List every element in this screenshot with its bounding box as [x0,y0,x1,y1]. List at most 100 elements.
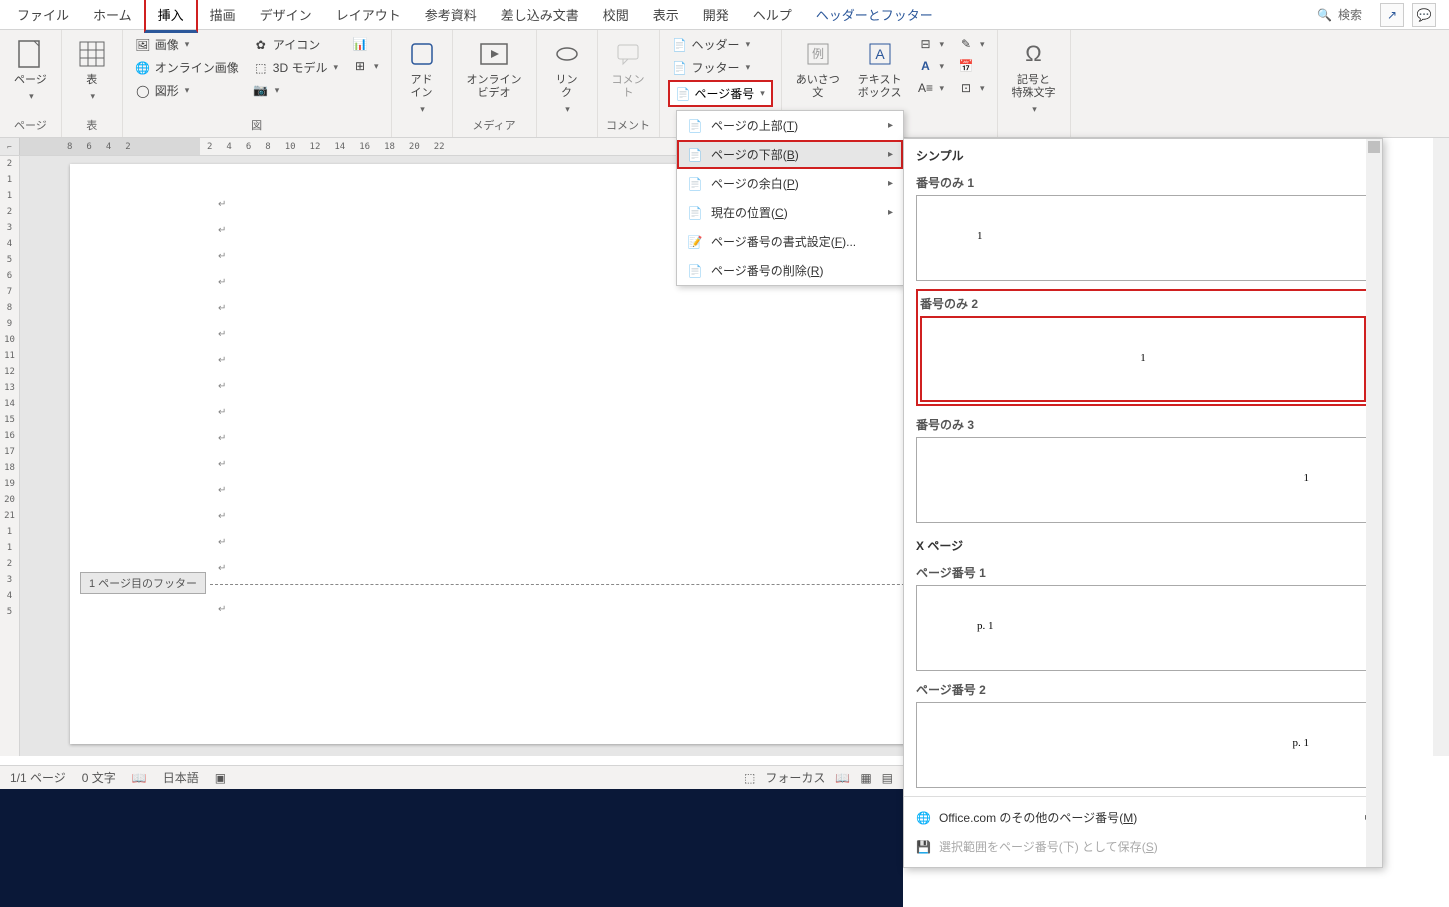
tab-file[interactable]: ファイル [5,0,81,30]
cube-icon: ⬚ [253,60,269,76]
tab-draw[interactable]: 描画 [198,0,248,30]
footer-boundary [210,584,930,585]
menu-format-page-number[interactable]: 📝 ページ番号の書式設定(F)... [677,227,903,256]
status-bar: 1/1 ページ 0 文字 📖 日本語 ▣ ⬚ フォーカス 📖 ▦ ▤ [0,765,903,789]
gallery-scrollbar[interactable] [1366,139,1382,867]
footer-cursor: ↵ [218,604,226,615]
wordart-button[interactable]: A▾ [913,56,948,76]
online-picture-button[interactable]: 🌐オンライン画像 [131,57,243,78]
tab-mailings[interactable]: 差し込み文書 [489,0,591,30]
tab-insert[interactable]: 挿入 [144,0,198,33]
svg-text:A: A [875,46,885,62]
share-button[interactable]: ↗ [1380,3,1404,27]
status-words[interactable]: 0 文字 [82,769,116,786]
chevron-down-icon: ▾ [565,104,570,115]
search-box[interactable]: 🔍 検索 [1307,6,1372,23]
footer-button[interactable]: 📄フッター▾ [668,57,773,78]
comment-button[interactable]: コメン ト [606,34,651,104]
table-button[interactable]: 表 ▾ [70,34,114,106]
tab-view[interactable]: 表示 [641,0,691,30]
tab-design[interactable]: デザイン [248,0,324,30]
table-icon [76,38,108,70]
focus-mode-icon[interactable]: ⬚ [744,771,755,785]
print-layout-icon[interactable]: ▦ [860,771,871,785]
page-number-gallery: シンプル 番号のみ 1 1 番号のみ 2 1 番号のみ 3 1 X ページ ペー… [903,138,1383,868]
status-page[interactable]: 1/1 ページ [10,769,66,786]
chevron-right-icon: ▸ [888,149,893,160]
status-proofing-icon[interactable]: 📖 [132,771,147,785]
link-icon [551,38,583,70]
comments-button[interactable]: 💬 [1412,3,1436,27]
object-button[interactable]: ⊡▾ [954,78,989,98]
chart-button[interactable]: 📊 [348,34,383,54]
greeting-icon: 例 [802,38,834,70]
links-button[interactable]: リン ク ▾ [545,34,589,119]
textbox-button[interactable]: A テキスト ボックス [852,34,908,104]
status-macro-icon[interactable]: ▣ [215,771,226,785]
group-label-pages: ページ [14,115,47,135]
page-number-icon: 📄 [676,87,691,101]
tab-references[interactable]: 参考資料 [413,0,489,30]
signature-button[interactable]: ✎▾ [954,34,989,54]
greeting-button[interactable]: 例 あいさつ 文 [790,34,846,104]
page-number-menu: 📄 ページの上部(T) ▸ 📄 ページの下部(B) ▸ 📄 ページの余白(P) … [676,110,904,286]
menu-current-position[interactable]: 📄 現在の位置(C) ▸ [677,198,903,227]
page-margin-icon: 📄 [687,176,703,192]
picture-button[interactable]: 🖼画像▾ [131,34,243,55]
tab-header-footer[interactable]: ヘッダーとフッター [804,0,945,30]
gallery-section-xpage: X ページ [904,531,1382,558]
web-layout-icon[interactable]: ▤ [882,771,893,785]
gallery-item-plain-1[interactable]: 番号のみ 1 1 [916,172,1370,281]
page-number-button[interactable]: 📄ページ番号▾ [668,80,773,107]
tab-developer[interactable]: 開発 [691,0,741,30]
group-label-illustrations: 図 [251,115,262,135]
dropcap-button[interactable]: A≡▾ [913,78,948,98]
quickparts-button[interactable]: ⊟▾ [913,34,948,54]
ruler-corner[interactable]: ⌐ [0,138,20,156]
quickparts-icon: ⊟ [917,36,933,52]
tab-layout[interactable]: レイアウト [324,0,413,30]
textbox-icon: A [864,38,896,70]
shapes-icon: ◯ [135,83,151,99]
vertical-scrollbar[interactable] [1433,138,1449,756]
object-icon: ⊡ [958,80,974,96]
menu-page-margin[interactable]: 📄 ページの余白(P) ▸ [677,169,903,198]
menu-remove-page-number[interactable]: 📄 ページ番号の削除(R) [677,256,903,285]
chart-icon: 📊 [352,36,368,52]
header-icon: 📄 [672,37,688,53]
windows-taskbar[interactable] [0,789,903,907]
tab-review[interactable]: 校閲 [591,0,641,30]
vertical-ruler[interactable]: 2 1 1 2 3 4 5 6 7 8 9 10 11 12 13 14 15 … [0,156,20,756]
shapes-button[interactable]: ◯図形▾ [131,80,243,101]
online-video-button[interactable]: オンライン ビデオ [461,34,528,104]
gallery-item-pagenum-1[interactable]: ページ番号 1 p. 1 [916,562,1370,671]
status-language[interactable]: 日本語 [163,769,199,786]
menu-page-top[interactable]: 📄 ページの上部(T) ▸ [677,111,903,140]
datetime-button[interactable]: 📅 [954,56,989,76]
gallery-item-plain-2[interactable]: 番号のみ 2 1 [916,289,1370,406]
addins-button[interactable]: アド イン ▾ [400,34,444,119]
signature-icon: ✎ [958,36,974,52]
tab-home[interactable]: ホーム [81,0,144,30]
screenshot2-icon: ⊞ [352,58,368,74]
pages-button[interactable]: ページ ▾ [8,34,53,106]
icons-button[interactable]: ✿アイコン [249,34,342,55]
menu-page-bottom[interactable]: 📄 ページの下部(B) ▸ [677,140,903,169]
gallery-item-pagenum-2[interactable]: ページ番号 2 p. 1 [916,679,1370,788]
header-button[interactable]: 📄ヘッダー▾ [668,34,773,55]
gallery-more-office[interactable]: 🌐 Office.com のその他のページ番号(M) ▸ [904,803,1382,832]
symbols-button[interactable]: Ω 記号と 特殊文字 ▾ [1006,34,1062,119]
gallery-item-plain-3[interactable]: 番号のみ 3 1 [916,414,1370,523]
read-mode-icon[interactable]: 📖 [835,771,850,785]
screenshot-dd-button[interactable]: ⊞▾ [348,56,383,76]
smartart-button[interactable]: 📷▾ [249,80,342,100]
tab-help[interactable]: ヘルプ [741,0,804,30]
group-label-media: メディア [472,115,515,135]
ribbon-tabs: ファイル ホーム 挿入 描画 デザイン レイアウト 参考資料 差し込み文書 校閲… [0,0,1449,30]
status-focus[interactable]: フォーカス [765,769,825,786]
addins-icon [406,38,438,70]
search-label: 検索 [1338,6,1362,23]
svg-text:例: 例 [812,47,824,61]
3d-model-button[interactable]: ⬚3D モデル▾ [249,57,342,78]
search-icon: 🔍 [1317,8,1332,22]
